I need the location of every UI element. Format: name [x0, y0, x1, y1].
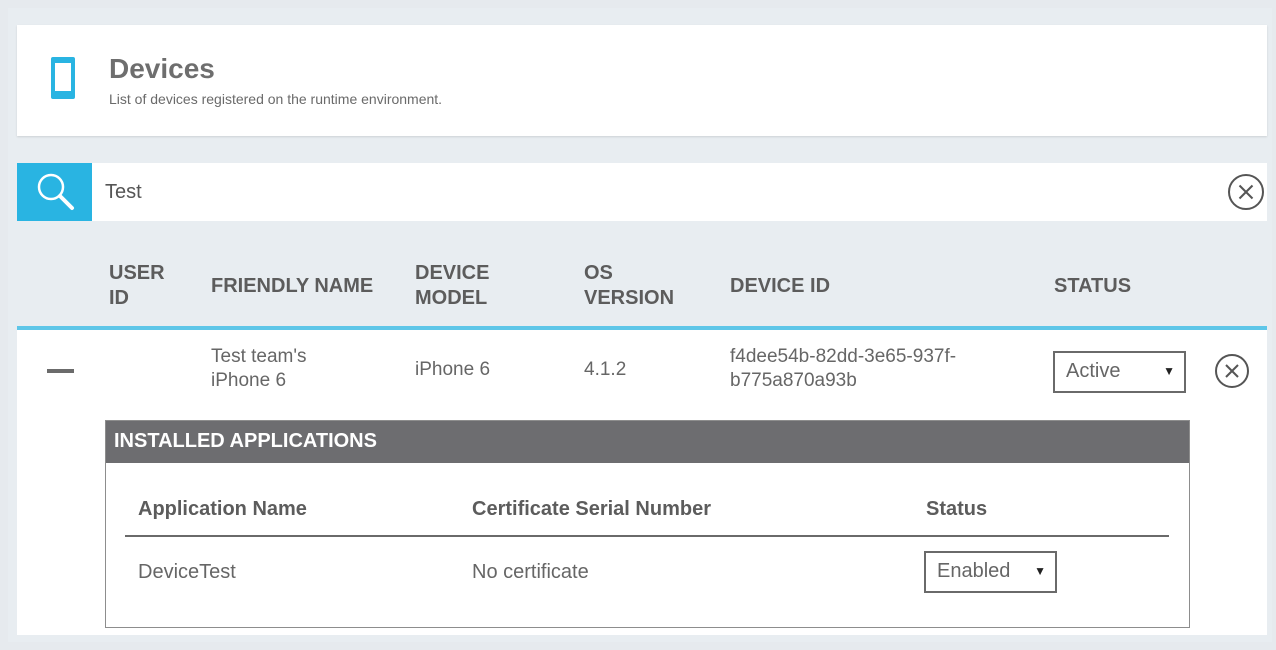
- device-status-value: Active: [1066, 360, 1121, 382]
- search-button[interactable]: [17, 163, 92, 221]
- search-icon: [37, 173, 74, 210]
- column-header-friendly-name: FRIENDLY NAME: [211, 275, 374, 297]
- device-table: USER ID FRIENDLY NAME DEVICE MODEL OS VE…: [17, 221, 1267, 635]
- collapse-row-button[interactable]: [47, 367, 74, 375]
- remove-device-icon[interactable]: [1213, 352, 1251, 390]
- search-input[interactable]: [105, 175, 1205, 209]
- cell-os-version: 4.1.2: [584, 359, 627, 380]
- column-header-device-id: DEVICE ID: [730, 275, 831, 297]
- page-subtitle: List of devices registered on the runtim…: [109, 91, 443, 107]
- column-header-user-id: USER ID: [109, 262, 165, 309]
- mobile-device-icon: [51, 57, 75, 99]
- installed-applications-title: INSTALLED APPLICATIONS: [114, 430, 377, 452]
- installed-applications-panel: INSTALLED APPLICATIONS Application Name …: [105, 420, 1190, 628]
- column-header-status: STATUS: [1054, 275, 1132, 297]
- apps-column-header-application-name: Application Name: [138, 498, 307, 520]
- app-status-select[interactable]: Enabled ▼: [924, 551, 1057, 593]
- installed-applications-header: INSTALLED APPLICATIONS: [106, 421, 1189, 463]
- page-header: Devices List of devices registered on th…: [17, 25, 1267, 136]
- column-header-device-model: DEVICE MODEL: [415, 262, 490, 309]
- caret-down-icon: ▼: [1034, 564, 1046, 578]
- cell-device-id: f4dee54b-82dd-3e65-937f-b775a870a93b: [730, 346, 957, 391]
- app-certificate-cell: No certificate: [472, 561, 589, 583]
- page-title: Devices: [109, 53, 215, 84]
- clear-search-icon[interactable]: [1227, 173, 1265, 211]
- search-bar: [17, 163, 1267, 221]
- cell-device-model: iPhone 6: [415, 359, 491, 380]
- cell-friendly-name: Test team's iPhone 6: [211, 346, 307, 391]
- app-status-value: Enabled: [937, 560, 1011, 582]
- table-row: Test team's iPhone 6 iPhone 6 4.1.2 f4de…: [17, 330, 1267, 635]
- apps-column-header-status: Status: [926, 498, 988, 520]
- device-status-select[interactable]: Active ▼: [1053, 351, 1186, 393]
- column-header-os-version: OS VERSION: [584, 262, 675, 309]
- app-name-cell: DeviceTest: [138, 561, 236, 583]
- apps-header-divider: [125, 535, 1169, 537]
- caret-down-icon: ▼: [1163, 364, 1175, 378]
- apps-column-header-certificate-serial: Certificate Serial Number: [472, 498, 711, 520]
- minus-icon: [47, 369, 74, 373]
